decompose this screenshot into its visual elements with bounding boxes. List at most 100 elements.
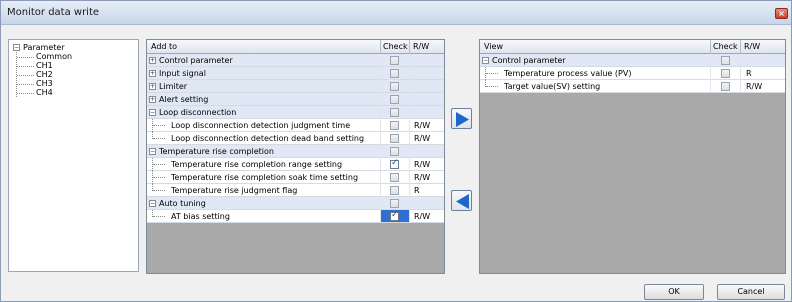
- check-checkbox[interactable]: [390, 210, 399, 221]
- close-button[interactable]: ×: [775, 8, 788, 19]
- cancel-button[interactable]: Cancel: [717, 284, 785, 300]
- tree-branch-line: [153, 177, 165, 178]
- tree-node-ch2[interactable]: CH2: [36, 70, 53, 79]
- parameter-row[interactable]: Temperature process value (PV) R: [480, 67, 785, 80]
- view-grid-header-check: Check: [713, 42, 738, 51]
- parameter-row[interactable]: Loop disconnection detection judgment ti…: [147, 119, 444, 132]
- check-checkbox[interactable]: [390, 134, 399, 143]
- column-separator: [380, 197, 381, 210]
- check-checkbox[interactable]: [721, 56, 730, 65]
- parameter-row[interactable]: Temperature rise completion soak time se…: [147, 171, 444, 184]
- add-grid-header-rw: R/W: [413, 42, 430, 51]
- column-separator: [409, 145, 410, 158]
- check-checkbox[interactable]: [390, 199, 399, 208]
- rw-value: R: [414, 186, 420, 195]
- check-checkbox[interactable]: [390, 69, 399, 78]
- expand-icon[interactable]: +: [149, 70, 156, 77]
- tree-branch-line: [153, 190, 165, 191]
- check-checkbox[interactable]: [390, 56, 399, 65]
- check-checkbox[interactable]: [390, 108, 399, 117]
- group-row[interactable]: − Loop disconnection: [147, 106, 444, 119]
- arrow-right-icon: [456, 112, 469, 127]
- tree-node-ch4[interactable]: CH4: [36, 88, 53, 97]
- ok-button[interactable]: OK: [644, 284, 704, 300]
- rw-value: R/W: [414, 160, 431, 169]
- group-row[interactable]: + Control parameter: [147, 54, 444, 67]
- add-grid-header: Add to Check R/W: [147, 40, 444, 54]
- group-row[interactable]: + Alert setting: [147, 93, 444, 106]
- column-separator: [380, 54, 381, 67]
- collapse-icon[interactable]: −: [149, 200, 156, 207]
- parameter-row[interactable]: Loop disconnection detection dead band s…: [147, 132, 444, 145]
- tree-branch-line: [153, 138, 165, 139]
- row-label: Alert setting: [159, 95, 209, 104]
- tree-branch-line: [153, 125, 165, 126]
- check-checkbox[interactable]: [721, 69, 730, 78]
- collapse-icon[interactable]: −: [149, 148, 156, 155]
- remove-arrow-button[interactable]: [451, 190, 472, 211]
- row-label: Temperature rise completion: [159, 147, 274, 156]
- row-label: Loop disconnection detection judgment ti…: [171, 121, 351, 130]
- header-separator: [409, 40, 410, 54]
- check-checkbox[interactable]: [721, 82, 730, 91]
- check-checkbox[interactable]: [390, 82, 399, 91]
- title-bar: Monitor data write ×: [1, 1, 791, 25]
- add-to-grid[interactable]: Add to Check R/W + Control parameter + Inpu…: [146, 39, 445, 274]
- rw-value: R/W: [414, 134, 431, 143]
- parameter-row[interactable]: AT bias setting R/W: [147, 210, 444, 223]
- row-label: Loop disconnection: [159, 108, 237, 117]
- column-separator: [409, 197, 410, 210]
- column-separator: [740, 80, 741, 93]
- column-separator: [380, 93, 381, 106]
- rw-value: R/W: [414, 121, 431, 130]
- group-row[interactable]: − Temperature rise completion: [147, 145, 444, 158]
- column-separator: [380, 158, 381, 171]
- tree-branch-line: [17, 66, 34, 67]
- tree-branch-line: [486, 86, 498, 87]
- check-checkbox[interactable]: [390, 186, 399, 195]
- tree-node-parameter[interactable]: Parameter: [23, 43, 65, 52]
- collapse-icon[interactable]: −: [149, 109, 156, 116]
- window-title: Monitor data write: [7, 7, 100, 18]
- column-separator: [409, 93, 410, 106]
- tree-node-common[interactable]: Common: [36, 52, 72, 61]
- column-separator: [409, 106, 410, 119]
- column-separator: [409, 184, 410, 197]
- check-checkbox[interactable]: [390, 121, 399, 130]
- check-checkbox[interactable]: [390, 173, 399, 182]
- group-row[interactable]: − Control parameter: [480, 54, 785, 67]
- check-checkbox[interactable]: [390, 158, 399, 169]
- parameter-row[interactable]: Target value(SV) setting R/W: [480, 80, 785, 93]
- column-separator: [380, 171, 381, 184]
- row-label: Control parameter: [492, 56, 566, 65]
- tree-branch-line: [17, 75, 34, 76]
- column-separator: [409, 158, 410, 171]
- tree-node-ch1[interactable]: CH1: [36, 61, 53, 70]
- parameter-row[interactable]: Temperature rise completion range settin…: [147, 158, 444, 171]
- parameter-row[interactable]: Temperature rise judgment flag R: [147, 184, 444, 197]
- expand-icon[interactable]: +: [149, 83, 156, 90]
- group-row[interactable]: − Auto tuning: [147, 197, 444, 210]
- view-grid[interactable]: View Check R/W − Control parameter Tempera…: [479, 39, 786, 274]
- column-separator: [740, 67, 741, 80]
- check-checkbox[interactable]: [390, 95, 399, 104]
- column-separator: [380, 184, 381, 197]
- parameter-tree[interactable]: − Parameter Common CH1 CH2 CH3 CH4: [8, 39, 139, 272]
- row-label: Control parameter: [159, 56, 233, 65]
- column-separator: [409, 80, 410, 93]
- header-separator: [710, 40, 711, 54]
- add-arrow-button[interactable]: [451, 108, 472, 129]
- collapse-icon[interactable]: −: [482, 57, 489, 64]
- row-label: Target value(SV) setting: [504, 82, 601, 91]
- group-row[interactable]: + Limiter: [147, 80, 444, 93]
- tree-collapse-toggle[interactable]: −: [13, 44, 20, 51]
- group-row[interactable]: + Input signal: [147, 67, 444, 80]
- rw-value: R: [746, 69, 752, 78]
- column-separator: [380, 119, 381, 132]
- expand-icon[interactable]: +: [149, 57, 156, 64]
- tree-node-ch3[interactable]: CH3: [36, 79, 53, 88]
- row-label: Limiter: [159, 82, 188, 91]
- expand-icon[interactable]: +: [149, 96, 156, 103]
- check-checkbox[interactable]: [390, 147, 399, 156]
- column-separator: [740, 54, 741, 67]
